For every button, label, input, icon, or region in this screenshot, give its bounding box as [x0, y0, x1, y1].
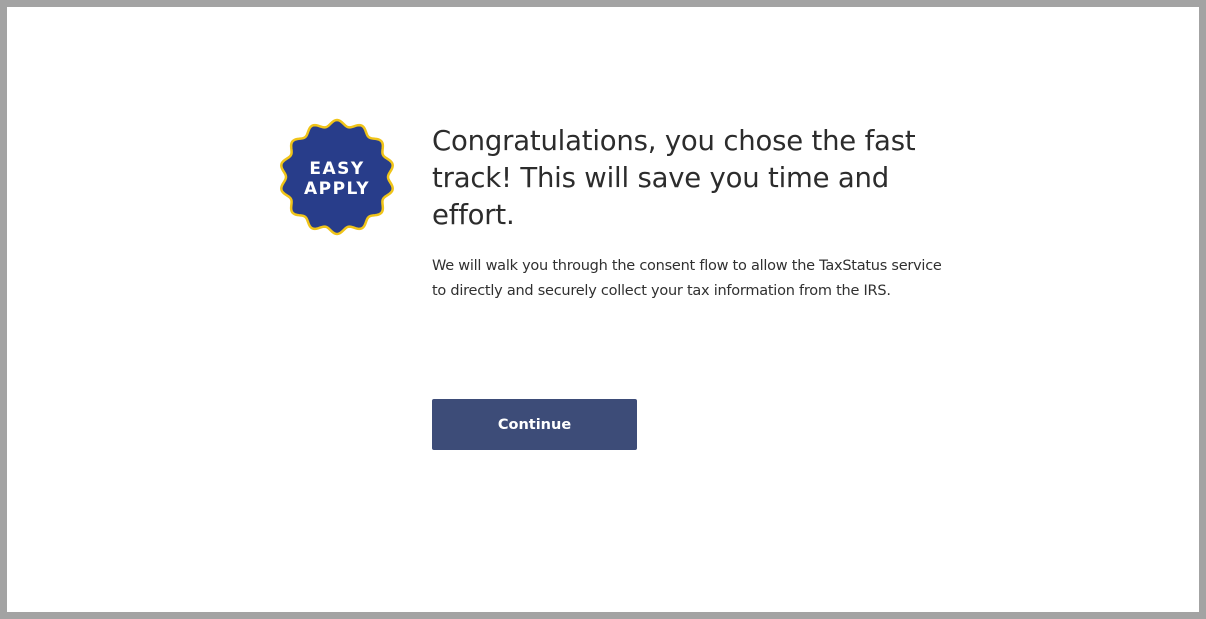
badge-line-2: APPLY	[304, 179, 370, 199]
easy-apply-badge: EASY APPLY	[276, 116, 398, 238]
page-title: Congratulations, you chose the fast trac…	[432, 125, 916, 231]
description-text: We will walk you through the consent flo…	[432, 258, 942, 299]
main-content: Congratulations, you chose the fast trac…	[432, 123, 952, 304]
badge-line-1: EASY	[309, 159, 364, 179]
continue-button[interactable]: Continue	[432, 399, 637, 450]
easy-apply-badge-icon: EASY APPLY	[280, 118, 394, 236]
page-frame	[0, 0, 1206, 619]
